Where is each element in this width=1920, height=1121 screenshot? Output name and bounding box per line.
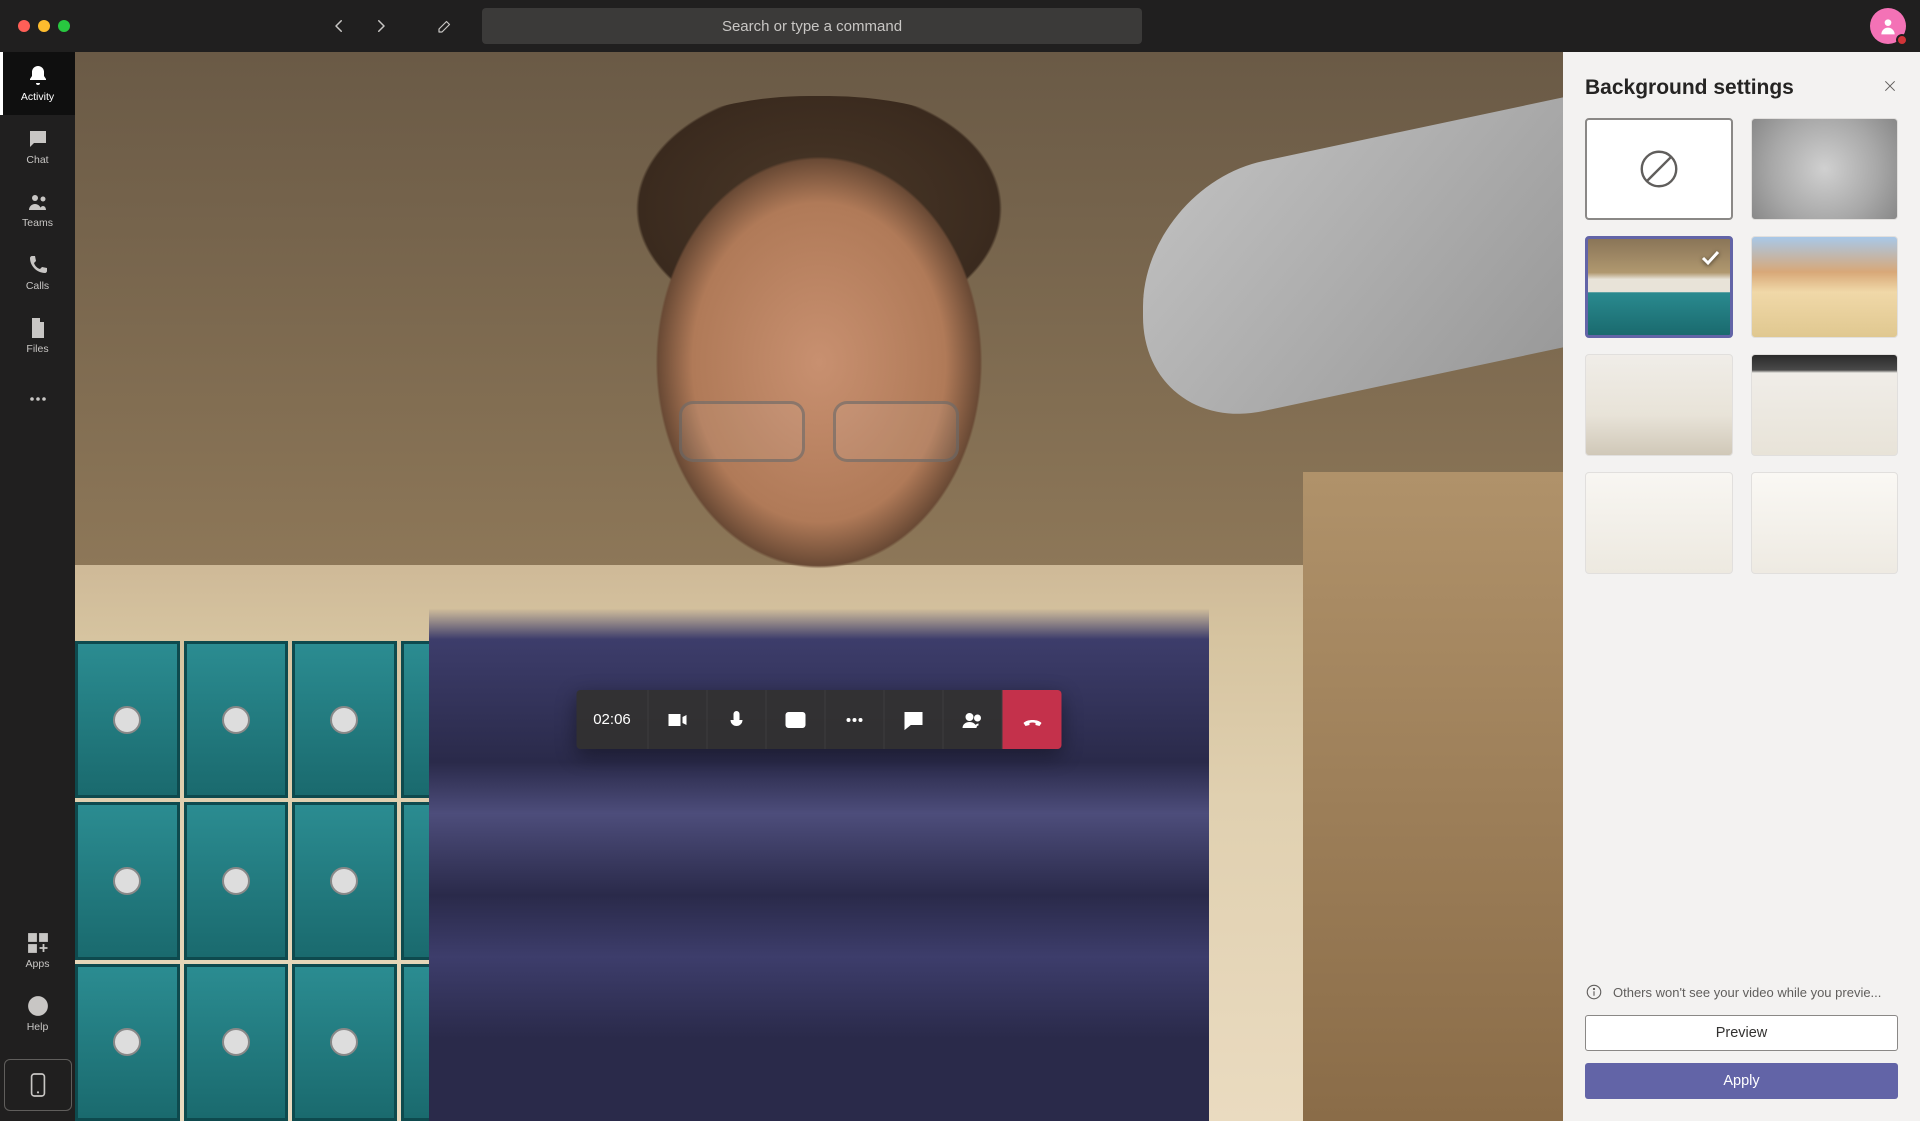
more-actions-button[interactable]: [826, 690, 885, 749]
rail-label: Activity: [21, 91, 54, 103]
share-icon: [784, 708, 808, 732]
info-icon: [1585, 983, 1603, 1001]
camera-icon: [666, 708, 690, 732]
rail-mobile-button[interactable]: [4, 1059, 72, 1111]
rail-label: Help: [27, 1021, 49, 1033]
hangup-button[interactable]: [1003, 690, 1062, 749]
rail-chat[interactable]: Chat: [0, 115, 75, 178]
bg-option-5[interactable]: [1585, 472, 1733, 574]
call-timer: 02:06: [577, 690, 649, 749]
help-icon: [26, 994, 50, 1018]
share-screen-button[interactable]: [767, 690, 826, 749]
rail-label: Apps: [26, 958, 50, 970]
rail-calls[interactable]: Calls: [0, 241, 75, 304]
background-settings-panel: Background settings Others: [1563, 52, 1920, 1121]
bg-option-3[interactable]: [1585, 354, 1733, 456]
apps-icon: [26, 931, 50, 955]
rail-activity[interactable]: Activity: [0, 52, 75, 115]
bell-icon: [26, 64, 50, 88]
preview-button[interactable]: Preview: [1585, 1015, 1898, 1051]
video-stage: 02:06: [75, 52, 1563, 1121]
titlebar: Search or type a command: [0, 0, 1920, 52]
rail-help[interactable]: Help: [0, 982, 75, 1045]
checkmark-icon: [1698, 245, 1722, 269]
chat-icon: [902, 708, 926, 732]
participants-button[interactable]: [944, 690, 1003, 749]
rail-apps[interactable]: Apps: [0, 919, 75, 982]
people-icon: [961, 708, 985, 732]
button-label: Preview: [1716, 1025, 1768, 1041]
mobile-icon: [27, 1072, 49, 1098]
panel-title: Background settings: [1585, 76, 1794, 100]
window-maximize-button[interactable]: [58, 20, 70, 32]
app-rail: Activity Chat Teams Calls Files Apps: [0, 52, 75, 1121]
close-icon: [1882, 78, 1898, 94]
profile-avatar[interactable]: [1870, 8, 1906, 44]
file-icon: [26, 316, 50, 340]
nav-back-button[interactable]: [330, 17, 348, 35]
mic-toggle-button[interactable]: [708, 690, 767, 749]
no-background-icon: [1636, 146, 1682, 192]
bg-option-none[interactable]: [1585, 118, 1733, 220]
apply-button[interactable]: Apply: [1585, 1063, 1898, 1099]
compose-button[interactable]: [436, 17, 454, 35]
chat-button[interactable]: [885, 690, 944, 749]
rail-label: Files: [26, 343, 48, 355]
bg-option-2[interactable]: [1751, 236, 1899, 338]
rail-teams[interactable]: Teams: [0, 178, 75, 241]
rail-label: Chat: [26, 154, 48, 166]
hangup-icon: [1020, 708, 1044, 732]
bg-option-blur[interactable]: [1751, 118, 1899, 220]
more-icon: [843, 708, 867, 732]
window-minimize-button[interactable]: [38, 20, 50, 32]
camera-toggle-button[interactable]: [649, 690, 708, 749]
bg-option-1[interactable]: [1585, 236, 1733, 338]
window-controls: [18, 20, 70, 32]
video-background: [75, 52, 1563, 1121]
participant-video: [429, 96, 1209, 1121]
search-placeholder: Search or type a command: [722, 18, 902, 35]
preview-hint: Others won't see your video while you pr…: [1585, 983, 1898, 1001]
bg-option-4[interactable]: [1751, 354, 1899, 456]
background-option-grid: [1563, 118, 1920, 969]
mic-icon: [725, 708, 749, 732]
more-icon: [26, 387, 50, 411]
nav-forward-button[interactable]: [372, 17, 390, 35]
rail-files[interactable]: Files: [0, 304, 75, 367]
phone-icon: [26, 253, 50, 277]
bg-option-6[interactable]: [1751, 472, 1899, 574]
panel-close-button[interactable]: [1882, 78, 1898, 99]
people-icon: [26, 190, 50, 214]
call-toolbar: 02:06: [577, 690, 1062, 749]
presence-badge: [1896, 34, 1908, 46]
rail-label: Teams: [22, 217, 53, 229]
chat-icon: [26, 127, 50, 151]
rail-more[interactable]: [0, 367, 75, 430]
window-close-button[interactable]: [18, 20, 30, 32]
button-label: Apply: [1723, 1073, 1759, 1089]
search-input[interactable]: Search or type a command: [482, 8, 1142, 44]
hint-text: Others won't see your video while you pr…: [1613, 985, 1881, 1000]
rail-label: Calls: [26, 280, 49, 292]
